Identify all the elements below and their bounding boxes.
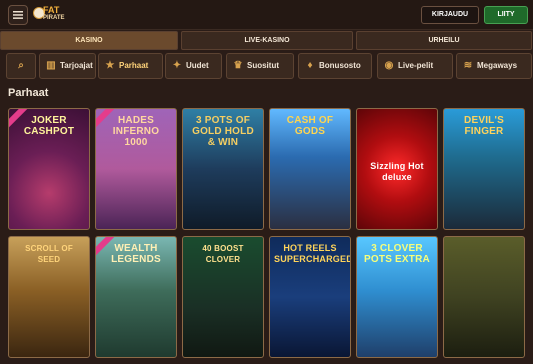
game-card-3-pots-of-gold[interactable]: 3 POTS OF GOLD HOLD & WIN: [182, 108, 264, 230]
game-grid: JOKER CASHPOT HADES INFERNO 1000 3 POTS …: [8, 108, 533, 364]
tab-kasino[interactable]: KASINO: [0, 31, 178, 50]
section-tabs: KASINO LIVE-KASINO URHEILU: [0, 31, 533, 50]
category-tarjoajat[interactable]: ▥ Tarjoajat: [39, 53, 96, 79]
game-card-40-boost-clover[interactable]: 40 BOOST CLOVER: [182, 236, 264, 358]
category-parhaat[interactable]: ★ Parhaat: [98, 53, 163, 79]
game-title: WEALTH LEGENDS: [111, 243, 161, 265]
tab-urheilu[interactable]: URHEILU: [356, 31, 532, 50]
star-icon: ★: [105, 60, 115, 71]
game-title: 3 POTS OF GOLD HOLD & WIN: [192, 115, 254, 148]
game-card-devils-finger[interactable]: DEVIL'S FINGER: [443, 108, 525, 230]
game-title: Sizzling Hot deluxe: [370, 161, 424, 182]
game-title: 40 BOOST CLOVER: [202, 244, 244, 264]
game-title: DEVIL'S FINGER: [464, 115, 504, 137]
megaways-icon: ≋: [463, 60, 473, 71]
logo-text-top: FAT: [43, 5, 60, 15]
game-title: 3 CLOVER POTS EXTRA: [364, 243, 430, 265]
category-bonusosto[interactable]: ♦ Bonusosto: [298, 53, 372, 79]
category-live-pelit[interactable]: ◉ Live-pelit: [377, 53, 453, 79]
popular-icon: ♛: [233, 60, 243, 71]
login-button[interactable]: KIRJAUDU: [421, 6, 479, 24]
menu-button[interactable]: [8, 5, 28, 25]
game-card-banana[interactable]: [443, 236, 525, 358]
game-card-hades-inferno-1000[interactable]: HADES INFERNO 1000: [95, 108, 177, 230]
top-bar: FAT PIRATE KIRJAUDU LIITY: [0, 0, 533, 30]
search-icon: ⌕: [18, 60, 24, 71]
section-heading: Parhaat: [8, 87, 49, 99]
bonus-icon: ♦: [307, 60, 313, 71]
tab-live-kasino[interactable]: LIVE-KASINO: [181, 31, 353, 50]
new-icon: ✦: [172, 60, 182, 71]
game-card-sizzling-hot[interactable]: Sizzling Hot deluxe: [356, 108, 438, 230]
game-title: HADES INFERNO 1000: [112, 115, 160, 148]
category-uudet[interactable]: ✦ Uudet: [165, 53, 222, 79]
game-card-scroll-of-seed[interactable]: SCROLL OF SEED: [8, 236, 90, 358]
join-button[interactable]: LIITY: [484, 6, 528, 24]
providers-icon: ▥: [46, 60, 56, 71]
game-title: HOT REELS SUPERCHARGED: [274, 243, 351, 264]
game-card-cash-of-gods[interactable]: CASH OF GODS: [269, 108, 351, 230]
game-card-wealth-legends[interactable]: WEALTH LEGENDS: [95, 236, 177, 358]
hamburger-icon: [13, 11, 23, 19]
category-bar: ⌕ ▥ Tarjoajat ★ Parhaat ✦ Uudet ♛ Suosit…: [0, 53, 533, 81]
brand-logo[interactable]: FAT PIRATE: [33, 4, 73, 24]
category-megaways[interactable]: ≋ Megaways: [456, 53, 532, 79]
game-card-3-clover-pots[interactable]: 3 CLOVER POTS EXTRA: [356, 236, 438, 358]
category-suositut[interactable]: ♛ Suositut: [226, 53, 294, 79]
game-title: SCROLL OF SEED: [25, 244, 73, 264]
game-card-hot-reels[interactable]: HOT REELS SUPERCHARGED: [269, 236, 351, 358]
category-search[interactable]: ⌕: [6, 53, 36, 79]
game-title: CASH OF GODS: [286, 115, 334, 137]
game-title: JOKER CASHPOT: [23, 115, 75, 137]
live-icon: ◉: [384, 60, 394, 71]
logo-text-bottom: PIRATE: [43, 15, 65, 21]
game-card-joker-cashpot[interactable]: JOKER CASHPOT: [8, 108, 90, 230]
